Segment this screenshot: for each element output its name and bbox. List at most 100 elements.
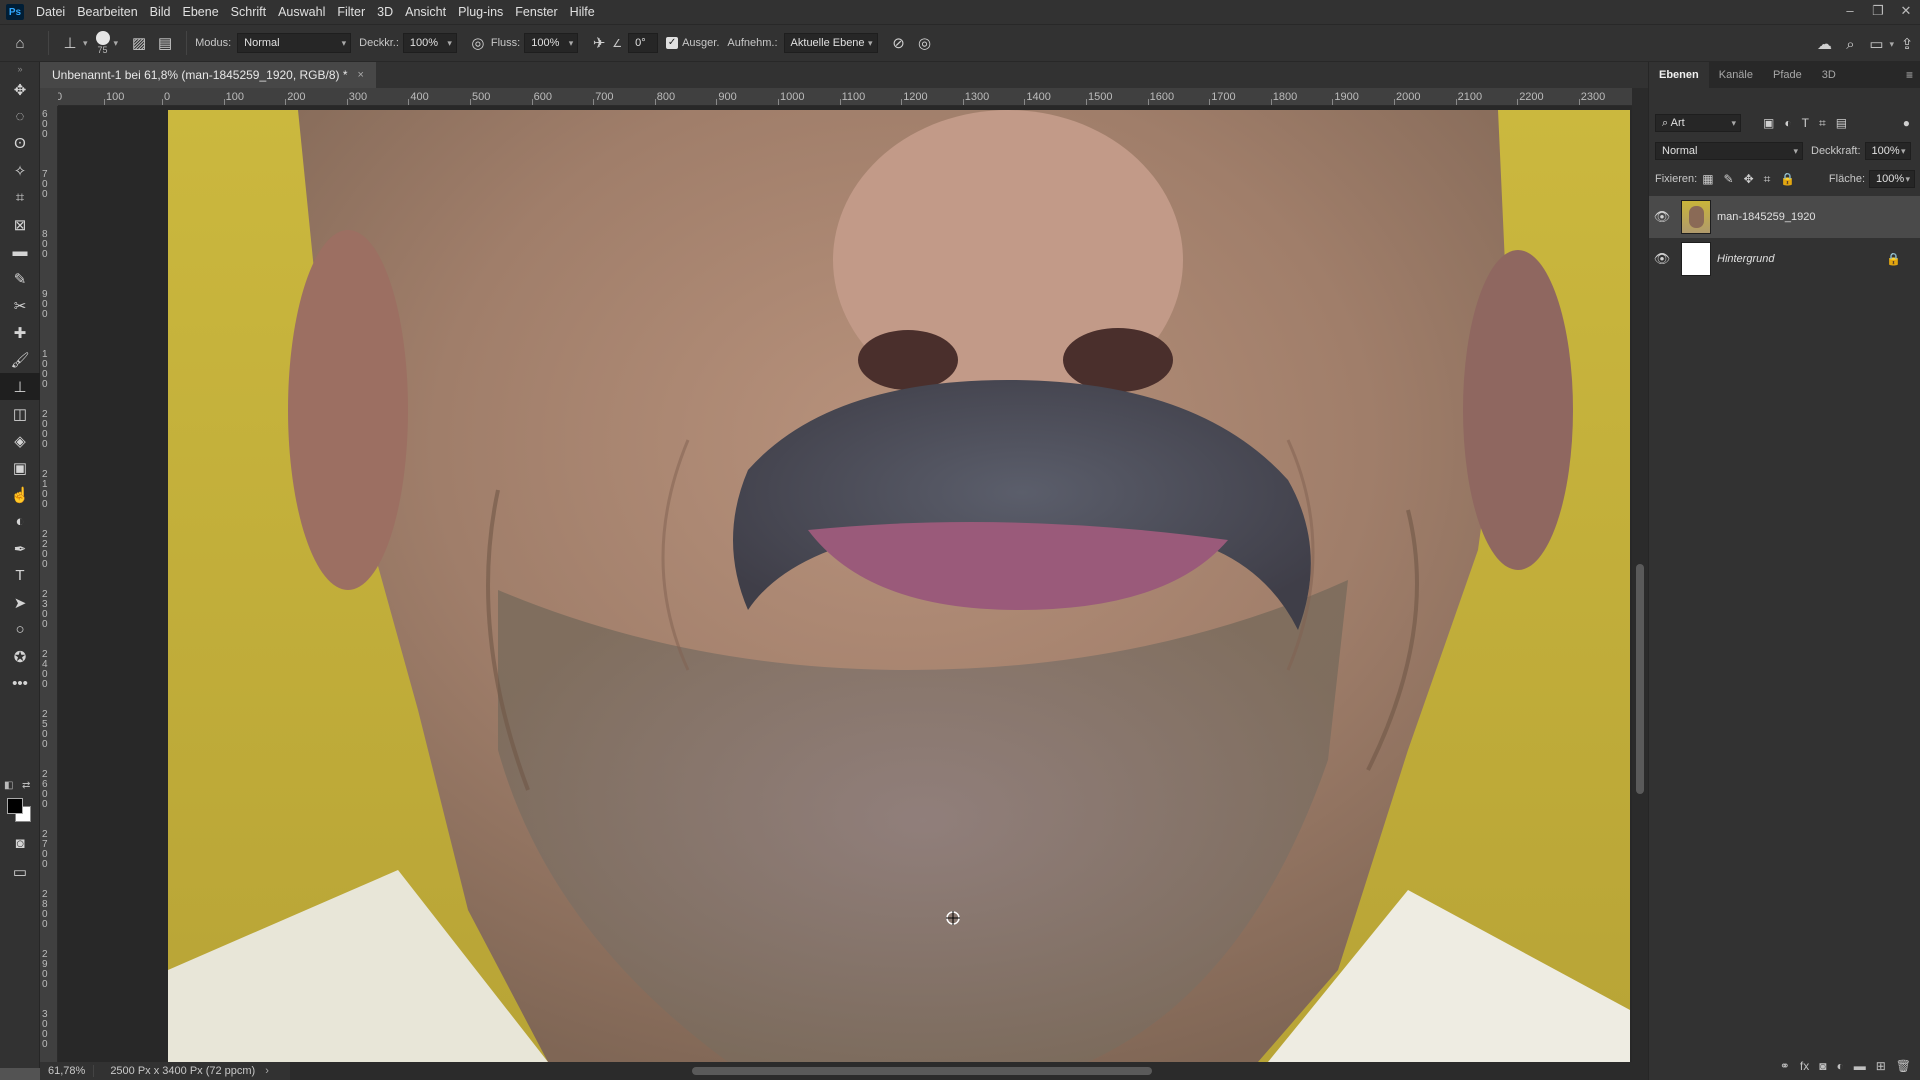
swap-colors-icon[interactable]: ⇄ — [22, 780, 30, 791]
more-tools-icon[interactable]: ••• — [0, 670, 40, 697]
filter-adjustment-icon[interactable]: ◐ — [1784, 116, 1791, 130]
home-icon[interactable]: ⌂ — [0, 30, 40, 56]
vertical-scroll-thumb[interactable] — [1636, 564, 1644, 794]
lasso-tool-icon[interactable]: ʘ — [0, 130, 40, 157]
filter-smart-object-icon[interactable]: ▤ — [1836, 116, 1847, 130]
menu-ansicht[interactable]: Ansicht — [399, 5, 452, 19]
tab-3d[interactable]: 3D — [1812, 62, 1846, 88]
collapse-toolbar-icon[interactable]: » — [0, 62, 40, 76]
tab-channels[interactable]: Kanäle — [1709, 62, 1763, 88]
share-icon[interactable]: ⇪ — [1894, 31, 1920, 57]
clone-stamp-tool-icon[interactable]: ⊥ — [0, 373, 40, 400]
menu-bild[interactable]: Bild — [144, 5, 177, 19]
adjustment-layer-icon[interactable]: ◐ — [1836, 1059, 1843, 1073]
flow-input[interactable]: 100% ▾ — [524, 33, 579, 53]
healing-brush-tool-icon[interactable]: ✚ — [0, 319, 40, 346]
layer-row[interactable]: 👁 Hintergrund 🔒 — [1649, 238, 1920, 280]
pressure-size-icon[interactable]: ◎ — [912, 30, 938, 56]
minimize-icon[interactable]: – — [1836, 0, 1864, 24]
zoom-level[interactable]: 61,78% — [40, 1065, 95, 1077]
status-menu-chevron-icon[interactable]: › — [265, 1065, 269, 1077]
layer-row[interactable]: 👁 man-1845259_1920 — [1649, 196, 1920, 238]
chevron-down-icon[interactable]: ▾ — [83, 38, 88, 49]
close-tab-icon[interactable]: × — [358, 62, 364, 88]
airbrush-icon[interactable]: ✈ — [586, 30, 612, 56]
horizontal-scroll-thumb[interactable] — [692, 1067, 1152, 1075]
visibility-eye-icon[interactable]: 👁 — [1649, 251, 1675, 267]
menu-3d[interactable]: 3D — [371, 5, 399, 19]
sample-select[interactable]: Aktuelle Ebene ▾ — [783, 33, 878, 53]
screen-mode-icon[interactable]: ▭ — [0, 858, 40, 885]
opacity-input[interactable]: 100% ▾ — [402, 33, 457, 53]
filter-shape-icon[interactable]: ⌗ — [1819, 116, 1826, 131]
new-group-icon[interactable]: ▬ — [1854, 1059, 1866, 1073]
menu-plugins[interactable]: Plug-ins — [452, 5, 509, 19]
workspace-icon[interactable]: ▭ — [1863, 31, 1889, 57]
angle-input[interactable]: 0° — [628, 33, 659, 53]
fill-input[interactable]: 100% ▾ — [1869, 170, 1915, 188]
menu-auswahl[interactable]: Auswahl — [272, 5, 331, 19]
menu-datei[interactable]: Datei — [30, 5, 71, 19]
vertical-scrollbar[interactable] — [1632, 88, 1648, 1062]
fx-icon[interactable]: fx — [1800, 1059, 1809, 1073]
brush-preset-picker[interactable]: 75 — [95, 31, 110, 55]
canvas-area[interactable] — [58, 106, 1632, 1062]
chevron-down-icon[interactable]: ▾ — [114, 38, 119, 49]
default-colors-icon[interactable]: ◧ — [4, 780, 13, 791]
eraser-tool-icon[interactable]: ◫ — [0, 400, 40, 427]
foreground-color-swatch[interactable] — [7, 798, 23, 814]
lock-pixels-icon[interactable]: ✎ — [1724, 172, 1734, 186]
menu-fenster[interactable]: Fenster — [509, 5, 563, 19]
clone-source-icon[interactable]: ▤ — [152, 30, 178, 56]
lock-all-icon[interactable]: 🔒 — [1780, 172, 1795, 186]
gradient-tool-icon[interactable]: ▣ — [0, 454, 40, 481]
restore-icon[interactable]: ❐ — [1864, 0, 1892, 24]
lock-position-icon[interactable]: ✥ — [1744, 172, 1754, 186]
ignore-adjustment-layers-icon[interactable]: ⊘ — [886, 30, 912, 56]
new-layer-icon[interactable]: ⊞ — [1876, 1059, 1886, 1073]
pressure-opacity-icon[interactable]: ◎ — [465, 30, 491, 56]
ruler-tool-icon[interactable]: ▬ — [0, 238, 40, 265]
close-window-icon[interactable]: ✕ — [1892, 0, 1920, 24]
menu-ebene[interactable]: Ebene — [177, 5, 225, 19]
filter-type-icon[interactable]: T — [1802, 116, 1809, 130]
type-tool-icon[interactable]: T — [0, 562, 40, 589]
marquee-tool-icon[interactable]: ◌ — [0, 103, 40, 130]
add-mask-icon[interactable]: ◙ — [1819, 1059, 1826, 1073]
delete-layer-icon[interactable]: 🗑 — [1896, 1059, 1911, 1073]
ruler-corner[interactable] — [40, 88, 58, 106]
move-tool-icon[interactable]: ✥ — [0, 76, 40, 103]
menu-bearbeiten[interactable]: Bearbeiten — [71, 5, 143, 19]
brush-settings-icon[interactable]: ▨ — [126, 30, 152, 56]
lock-artboard-icon[interactable]: ⌗ — [1764, 172, 1771, 187]
visibility-eye-icon[interactable]: 👁 — [1649, 209, 1675, 225]
eyedropper-tool-icon[interactable]: ✎ — [0, 265, 40, 292]
document-tab[interactable]: Unbenannt-1 bei 61,8% (man-1845259_1920,… — [40, 62, 376, 88]
smudge-tool-icon[interactable]: ☝ — [0, 481, 40, 508]
link-layers-icon[interactable]: ⚭ — [1780, 1059, 1790, 1073]
menu-hilfe[interactable]: Hilfe — [564, 5, 601, 19]
crop-tool-icon[interactable]: ⌗ — [0, 184, 40, 211]
tab-layers[interactable]: Ebenen — [1649, 62, 1709, 88]
layer-filter-select[interactable]: ⌕ Art ▾ — [1655, 114, 1741, 132]
tab-paths[interactable]: Pfade — [1763, 62, 1812, 88]
filter-pixel-icon[interactable]: ▣ — [1763, 116, 1774, 130]
blend-mode-select[interactable]: Normal ▾ — [1655, 142, 1803, 160]
horizontal-ruler[interactable]: 0100010020030040050060070080090010001100… — [58, 88, 1632, 106]
clone-stamp-preset-icon[interactable]: ⊥ — [57, 30, 83, 56]
custom-shape-tool-icon[interactable]: ✪ — [0, 643, 40, 670]
panel-menu-icon[interactable]: ≡ — [1906, 62, 1920, 88]
patch-tool-icon[interactable]: ✂ — [0, 292, 40, 319]
frame-tool-icon[interactable]: ⊠ — [0, 211, 40, 238]
pen-tool-icon[interactable]: ✒ — [0, 535, 40, 562]
path-selection-tool-icon[interactable]: ➤ — [0, 589, 40, 616]
user-cloud-icon[interactable]: ☁ — [1811, 31, 1837, 57]
magic-wand-tool-icon[interactable]: ✧ — [0, 157, 40, 184]
brush-tool-icon[interactable]: 🖌 — [0, 346, 40, 373]
document-photo[interactable] — [168, 110, 1630, 1062]
horizontal-scrollbar[interactable] — [290, 1062, 1648, 1080]
menu-schrift[interactable]: Schrift — [225, 5, 272, 19]
aligned-checkbox[interactable]: ✓ Ausger. — [666, 37, 719, 49]
vertical-ruler[interactable]: 600 700 800 900 1000 2000 2100 2200 2300 2400 2500… — [40, 106, 58, 1062]
paint-bucket-tool-icon[interactable]: ◈ — [0, 427, 40, 454]
